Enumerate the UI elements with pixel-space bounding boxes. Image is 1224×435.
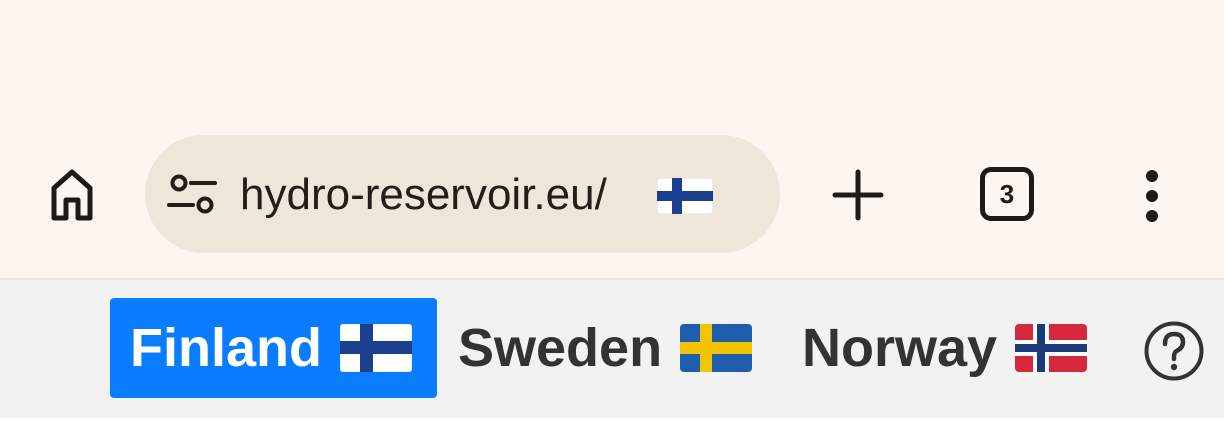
tune-icon[interactable]	[167, 173, 217, 217]
sweden-flag-icon	[680, 324, 753, 372]
home-icon	[51, 169, 93, 221]
more-menu-button[interactable]	[1130, 164, 1174, 228]
finland-flag-icon	[657, 178, 713, 214]
new-tab-button[interactable]	[826, 163, 890, 227]
help-circle-icon[interactable]	[1143, 320, 1205, 382]
browser-toolbar: hydro-reservoir.eu/ 3	[0, 0, 1224, 280]
tab-finland[interactable]: Finland	[110, 298, 437, 398]
tab-count: 3	[999, 178, 1015, 209]
more-vert-icon	[1146, 170, 1158, 222]
tab-label: Sweden	[458, 318, 663, 378]
tab-norway[interactable]: Norway	[802, 298, 1088, 398]
tab-switcher-button[interactable]: 3	[980, 167, 1034, 221]
tab-label: Finland	[130, 318, 322, 378]
home-button[interactable]	[40, 162, 104, 226]
address-bar[interactable]: hydro-reservoir.eu/	[145, 135, 780, 253]
finland-flag-icon	[339, 324, 412, 372]
country-nav: Finland Sweden Norway	[0, 280, 1224, 418]
url-text[interactable]: hydro-reservoir.eu/	[240, 165, 607, 225]
norway-flag-icon	[1015, 324, 1088, 372]
tab-sweden[interactable]: Sweden	[458, 298, 753, 398]
plus-icon	[832, 169, 884, 221]
tab-label: Norway	[802, 318, 998, 378]
